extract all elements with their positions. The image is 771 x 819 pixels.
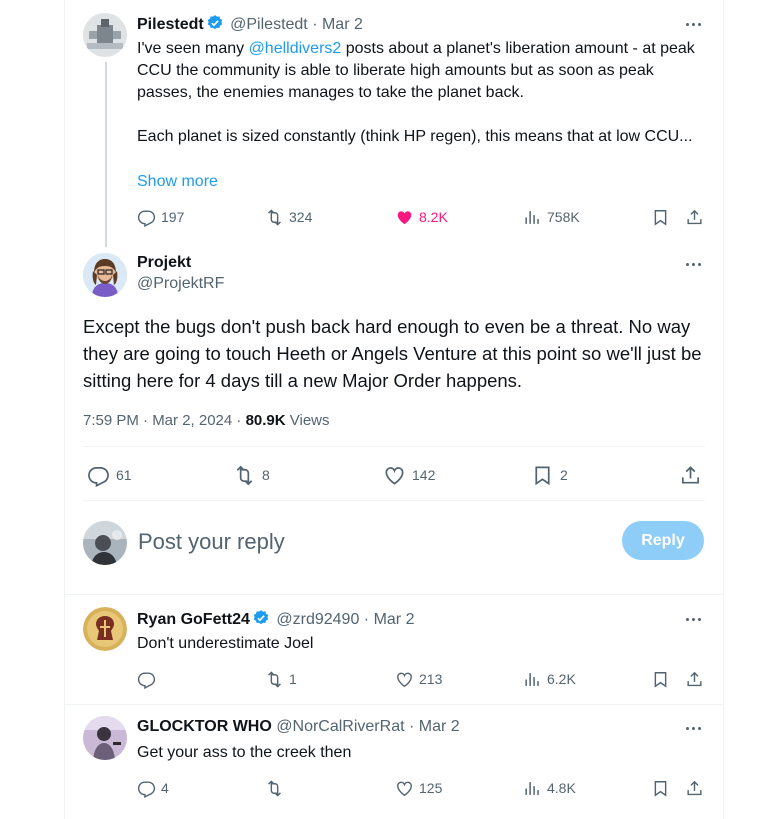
thread-connector bbox=[105, 62, 107, 247]
reply-button[interactable]: 4 bbox=[137, 778, 169, 798]
tweet-text: I've seen many @helldivers2 posts about … bbox=[137, 40, 695, 101]
views-button[interactable]: 758K bbox=[523, 207, 580, 227]
reply-submit-button[interactable]: Reply bbox=[622, 521, 704, 560]
reply-icon bbox=[87, 464, 110, 487]
repost-button[interactable]: 1 bbox=[265, 669, 297, 689]
share-button[interactable] bbox=[685, 207, 709, 227]
reply-input[interactable]: Post your reply bbox=[138, 529, 285, 555]
author-name[interactable]: Projekt bbox=[137, 254, 224, 272]
share-button[interactable] bbox=[685, 778, 709, 798]
repost-icon bbox=[265, 670, 284, 689]
avatar[interactable] bbox=[83, 716, 127, 760]
more-options-icon[interactable] bbox=[683, 254, 703, 274]
bookmark-button[interactable]: 2 bbox=[531, 465, 568, 485]
like-button[interactable]: 8.2K bbox=[395, 207, 448, 227]
bookmark-button[interactable] bbox=[651, 669, 675, 689]
divider bbox=[83, 500, 705, 501]
tweet-header: Ryan GoFett24 @zrd92490 · Mar 2 bbox=[137, 609, 414, 629]
reply-button[interactable]: 61 bbox=[87, 465, 132, 485]
tweet-header: Pilestedt @Pilestedt · Mar 2 bbox=[137, 14, 363, 34]
share-icon bbox=[685, 779, 704, 798]
heart-filled-icon bbox=[395, 208, 414, 227]
views-button[interactable]: 6.2K bbox=[523, 669, 576, 689]
author-handle[interactable]: @Pilestedt bbox=[230, 16, 308, 33]
verified-badge-icon bbox=[206, 14, 224, 32]
tweet-header: GLOCKTOR WHO @NorCalRiverRat · Mar 2 bbox=[137, 718, 460, 736]
share-button[interactable] bbox=[679, 465, 708, 485]
repost-button[interactable]: 324 bbox=[265, 207, 312, 227]
tweet-text: Don't underestimate Joel bbox=[137, 635, 314, 652]
bookmark-icon bbox=[651, 208, 670, 227]
heart-icon bbox=[383, 464, 406, 487]
author-name[interactable]: GLOCKTOR WHO bbox=[137, 718, 272, 735]
conversation-column: Pilestedt @Pilestedt · Mar 2 I've seen m… bbox=[64, 0, 724, 819]
more-options-icon[interactable] bbox=[683, 609, 703, 629]
heart-icon bbox=[395, 670, 414, 689]
more-options-icon[interactable] bbox=[683, 14, 703, 34]
author-name[interactable]: Pilestedt bbox=[137, 16, 204, 33]
divider bbox=[65, 704, 723, 705]
author-handle[interactable]: @ProjektRF bbox=[137, 275, 224, 293]
post-date[interactable]: · Mar 2 bbox=[409, 718, 460, 735]
my-avatar[interactable] bbox=[83, 521, 127, 565]
repost-button[interactable]: 8 bbox=[233, 465, 270, 485]
mention-link[interactable]: @helldivers2 bbox=[249, 40, 342, 57]
more-options-icon[interactable] bbox=[683, 718, 703, 738]
tweet-header: Projekt @ProjektRF bbox=[137, 254, 224, 293]
reply-button[interactable]: 197 bbox=[137, 207, 184, 227]
bookmark-icon bbox=[651, 670, 670, 689]
bookmark-button[interactable] bbox=[651, 207, 675, 227]
author-name[interactable]: Ryan GoFett24 bbox=[137, 611, 250, 628]
tweet-text: Get your ass to the creek then bbox=[137, 744, 352, 761]
divider bbox=[65, 594, 723, 595]
tweet-text: Except the bugs don't push back hard eno… bbox=[83, 316, 702, 391]
reply-icon bbox=[137, 670, 156, 689]
like-button[interactable]: 213 bbox=[395, 669, 442, 689]
repost-icon bbox=[265, 208, 284, 227]
author-handle[interactable]: @zrd92490 bbox=[276, 611, 359, 628]
show-more-link[interactable]: Show more bbox=[137, 171, 218, 193]
like-button[interactable]: 142 bbox=[383, 465, 435, 485]
views-icon bbox=[523, 670, 542, 689]
bookmark-button[interactable] bbox=[651, 778, 675, 798]
share-button[interactable] bbox=[685, 669, 709, 689]
heart-icon bbox=[395, 779, 414, 798]
bookmark-icon bbox=[651, 779, 670, 798]
timestamp[interactable]: 7:59 PM · Mar 2, 2024 · bbox=[83, 412, 246, 429]
share-icon bbox=[679, 464, 702, 487]
tweet-meta: 7:59 PM · Mar 2, 2024 · 80.9K Views bbox=[83, 412, 330, 429]
views-button[interactable]: 4.8K bbox=[523, 778, 576, 798]
views-count: 80.9K bbox=[245, 412, 286, 429]
repost-icon bbox=[265, 779, 284, 798]
tweet-text-paragraph: Each planet is sized constantly (think H… bbox=[137, 128, 693, 145]
verified-badge-icon bbox=[252, 609, 270, 627]
bookmark-icon bbox=[531, 464, 554, 487]
views-icon bbox=[523, 779, 542, 798]
repost-button[interactable] bbox=[265, 778, 289, 798]
like-button[interactable]: 125 bbox=[395, 778, 442, 798]
share-icon bbox=[685, 208, 704, 227]
reply-icon bbox=[137, 779, 156, 798]
repost-icon bbox=[233, 464, 256, 487]
avatar[interactable] bbox=[83, 253, 127, 297]
post-date[interactable]: · Mar 2 bbox=[312, 16, 363, 33]
post-date[interactable]: · Mar 2 bbox=[364, 611, 415, 628]
author-handle[interactable]: @NorCalRiverRat bbox=[276, 718, 404, 735]
views-icon bbox=[523, 208, 542, 227]
share-icon bbox=[685, 670, 704, 689]
divider bbox=[83, 446, 705, 447]
reply-button[interactable] bbox=[137, 669, 161, 689]
avatar[interactable] bbox=[83, 13, 127, 57]
reply-icon bbox=[137, 208, 156, 227]
avatar[interactable] bbox=[83, 607, 127, 651]
views-label: Views bbox=[285, 412, 330, 429]
